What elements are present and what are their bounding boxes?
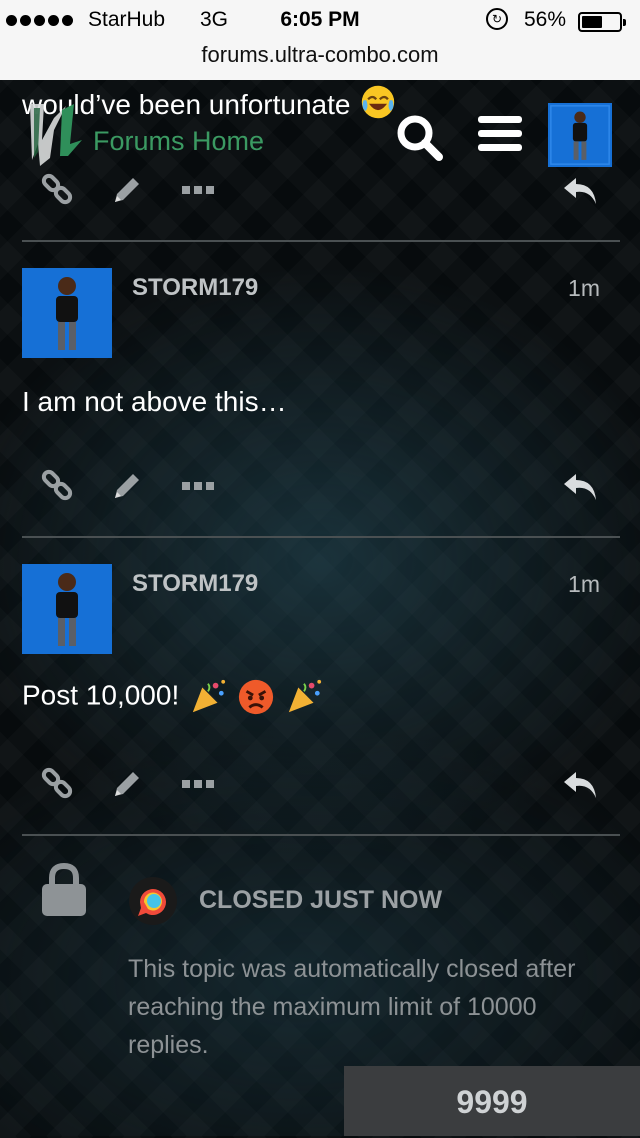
more-icon[interactable]	[180, 468, 216, 504]
battery-percent: 56%	[524, 8, 567, 31]
post-divider	[22, 240, 620, 242]
link-icon[interactable]	[40, 468, 76, 504]
post-body-text: Post 10,000!	[22, 679, 180, 711]
battery-icon	[578, 12, 626, 32]
browser-status-bar: StarHub 3G 6:05 PM ↻ 56% forums.ultra-co…	[0, 0, 640, 80]
more-icon[interactable]	[180, 172, 216, 208]
edit-icon[interactable]	[109, 766, 145, 802]
post-divider	[22, 536, 620, 538]
party-popper-emoji	[288, 679, 321, 713]
link-icon[interactable]	[40, 172, 76, 208]
angry-face-emoji	[238, 679, 273, 715]
post-actions	[0, 172, 640, 212]
address-bar-url[interactable]: forums.ultra-combo.com	[0, 42, 640, 68]
post-time[interactable]: 1m	[568, 275, 600, 302]
post-progress-counter[interactable]: 9999	[344, 1066, 640, 1136]
post-username[interactable]: STORM179	[132, 570, 258, 598]
reply-icon[interactable]	[562, 766, 598, 802]
forums-home-link[interactable]: Forums Home	[93, 126, 264, 157]
closed-status-text: This topic was automatically closed afte…	[128, 955, 576, 1059]
post-actions	[0, 468, 640, 508]
party-popper-emoji	[192, 679, 226, 713]
post-actions	[0, 766, 640, 806]
laughing-tears-emoji	[362, 85, 395, 119]
post-author-avatar[interactable]	[22, 268, 112, 358]
post-body: Post 10,000!	[22, 678, 323, 716]
edit-icon[interactable]	[109, 172, 145, 208]
post-body: I am not above this…	[22, 386, 287, 417]
ki-logo[interactable]	[24, 100, 88, 166]
system-avatar-icon	[129, 877, 177, 925]
more-icon[interactable]	[180, 766, 216, 802]
header-user-avatar[interactable]	[548, 103, 612, 167]
hamburger-menu-icon[interactable]	[478, 116, 522, 152]
rotation-lock-icon: ↻	[486, 8, 508, 30]
reply-icon[interactable]	[562, 172, 598, 208]
post-author-avatar[interactable]	[22, 564, 112, 654]
post-username[interactable]: STORM179	[132, 274, 258, 302]
lock-icon	[42, 862, 86, 916]
post-time[interactable]: 1m	[568, 571, 600, 598]
search-icon[interactable]	[394, 112, 444, 162]
post-divider	[22, 834, 620, 836]
reply-icon[interactable]	[562, 468, 598, 504]
link-icon[interactable]	[40, 766, 76, 802]
closed-status-label: CLOSED JUST NOW	[199, 886, 443, 914]
edit-icon[interactable]	[109, 468, 145, 504]
